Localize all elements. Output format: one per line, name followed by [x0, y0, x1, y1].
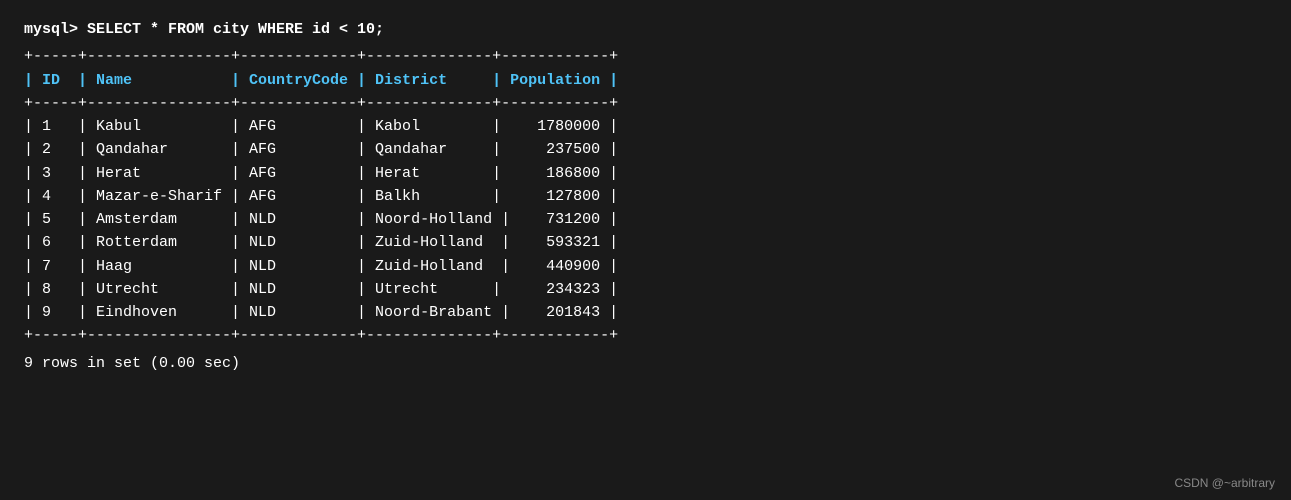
terminal-window: mysql> SELECT * FROM city WHERE id < 10;…: [0, 0, 1291, 393]
table-row: | 5 | Amsterdam | NLD | Noord-Holland | …: [24, 208, 1267, 231]
mid-separator: +-----+----------------+-------------+--…: [24, 92, 1267, 115]
table-row: | 7 | Haag | NLD | Zuid-Holland | 440900…: [24, 255, 1267, 278]
table-row: | 3 | Herat | AFG | Herat | 186800 |: [24, 162, 1267, 185]
result-footer: 9 rows in set (0.00 sec): [24, 352, 1267, 375]
bottom-separator: +-----+----------------+-------------+--…: [24, 324, 1267, 347]
table-header: | ID | Name | CountryCode | District | P…: [24, 69, 1267, 92]
table-row: | 2 | Qandahar | AFG | Qandahar | 237500…: [24, 138, 1267, 161]
table-row: | 8 | Utrecht | NLD | Utrecht | 234323 |: [24, 278, 1267, 301]
table-body: | 1 | Kabul | AFG | Kabol | 1780000 || 2…: [24, 115, 1267, 324]
query-result-table: +-----+----------------+-------------+--…: [24, 45, 1267, 347]
table-row: | 4 | Mazar-e-Sharif | AFG | Balkh | 127…: [24, 185, 1267, 208]
table-row: | 9 | Eindhoven | NLD | Noord-Brabant | …: [24, 301, 1267, 324]
table-row: | 1 | Kabul | AFG | Kabol | 1780000 |: [24, 115, 1267, 138]
table-row: | 6 | Rotterdam | NLD | Zuid-Holland | 5…: [24, 231, 1267, 254]
top-separator: +-----+----------------+-------------+--…: [24, 45, 1267, 68]
command-line: mysql> SELECT * FROM city WHERE id < 10;: [24, 18, 1267, 41]
watermark: CSDN @~arbitrary: [1174, 476, 1275, 490]
